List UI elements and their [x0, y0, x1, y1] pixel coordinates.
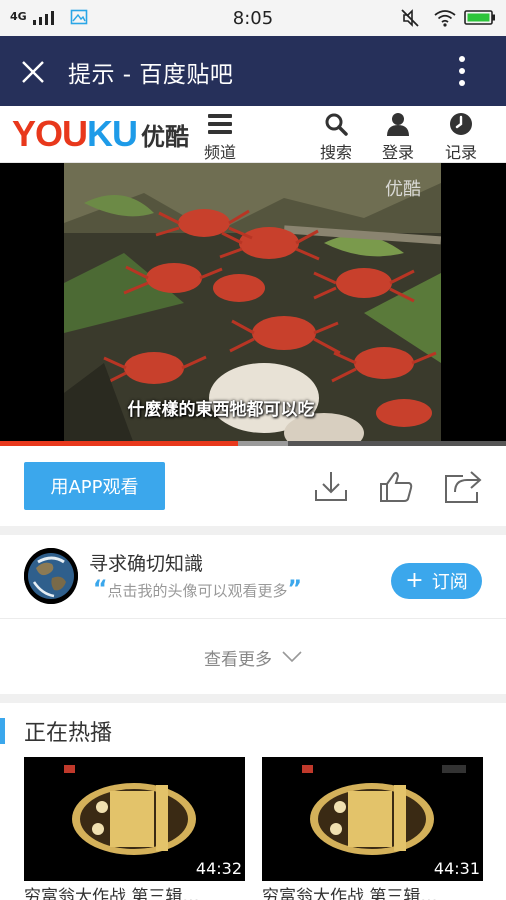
channel-hint: “ 点击我的头像可以观看更多 ”: [93, 579, 302, 601]
plus-icon: +: [405, 568, 424, 593]
action-bar: 用APP观看: [0, 446, 506, 526]
wifi-icon: [434, 10, 456, 27]
video-thumbnail: 44:32: [24, 757, 245, 881]
channel-avatar[interactable]: [24, 548, 78, 604]
logo-wordmark: YOUKU: [12, 113, 138, 154]
earth-avatar-image: [24, 548, 78, 604]
search-icon: [325, 113, 348, 136]
nav-history-label: 记录: [444, 143, 477, 162]
close-button[interactable]: [14, 53, 52, 91]
video-duration: 44:32: [195, 859, 242, 878]
video-duration: 44:31: [433, 859, 480, 878]
close-icon: [22, 61, 44, 83]
mute-icon: [401, 9, 419, 27]
see-more-label: 查看更多: [204, 649, 272, 670]
youku-header: YOUKU 优酷 频道 搜索 登录 记录: [0, 106, 506, 163]
title-bar: 提示 - 百度贴吧: [0, 36, 506, 106]
menu-icon: [208, 114, 232, 134]
see-more-button[interactable]: 查看更多: [0, 620, 506, 694]
channel-row: 寻求确切知識 “ 点击我的头像可以观看更多 ” + 订阅: [0, 535, 506, 619]
logo-wordmark-red: YOU: [12, 113, 88, 154]
user-icon: [387, 113, 409, 136]
share-icon[interactable]: [443, 466, 483, 506]
video-player[interactable]: 优酷 什麼樣的東西牠都可以吃: [0, 163, 506, 444]
hot-video-card[interactable]: 44:32 穷富翁大作战 第三辑…: [24, 757, 245, 900]
channel-hint-text: 点击我的头像可以观看更多: [107, 581, 288, 600]
hot-video-card[interactable]: 44:31 穷富翁大作战 第三辑…: [262, 757, 483, 900]
quote-close-icon: ”: [287, 577, 302, 602]
video-watermark: 优酷: [385, 179, 421, 200]
subscribe-label: 订阅: [431, 572, 468, 593]
logo-chinese: 优酷: [141, 122, 190, 151]
nav-login-label: 登录: [381, 143, 414, 162]
status-bar: 4G 8:05: [0, 0, 506, 36]
clock: 8:05: [232, 8, 274, 29]
hot-section-title: 正在热播: [24, 721, 113, 746]
quote-open-icon: “: [93, 577, 108, 602]
video-thumbnail: 44:31: [262, 757, 483, 881]
section-divider: [0, 526, 506, 535]
download-icon[interactable]: [311, 466, 351, 506]
nav-channels-label: 频道: [203, 143, 236, 162]
nav-search[interactable]: 搜索: [311, 110, 361, 162]
more-options-button[interactable]: [440, 52, 484, 90]
clock-icon: [450, 113, 472, 135]
nav-history[interactable]: 记录: [436, 110, 486, 162]
chevron-down-icon: [282, 651, 302, 663]
video-title: 穷富翁大作战 第三辑…: [262, 887, 438, 900]
watch-in-app-button[interactable]: 用APP观看: [24, 462, 165, 510]
more-vertical-icon: [459, 56, 465, 86]
battery-icon: [464, 10, 495, 25]
hot-section-header: 正在热播: [0, 703, 506, 755]
nav-search-label: 搜索: [319, 143, 352, 162]
channel-name: 寻求确切知識: [89, 553, 204, 575]
section-marker: [0, 718, 5, 744]
nav-login[interactable]: 登录: [373, 110, 423, 162]
youku-logo[interactable]: YOUKU 优酷: [12, 114, 189, 154]
page-title: 提示 - 百度贴吧: [68, 62, 234, 88]
video-title: 穷富翁大作战 第三辑…: [24, 887, 200, 900]
like-icon[interactable]: [376, 466, 416, 506]
nav-channels[interactable]: 频道: [195, 110, 245, 162]
logo-wordmark-blue: KU: [87, 113, 138, 154]
video-subtitle: 什麼樣的東西牠都可以吃: [127, 400, 315, 420]
subscribe-button[interactable]: + 订阅: [391, 563, 482, 599]
section-divider: [0, 694, 506, 703]
